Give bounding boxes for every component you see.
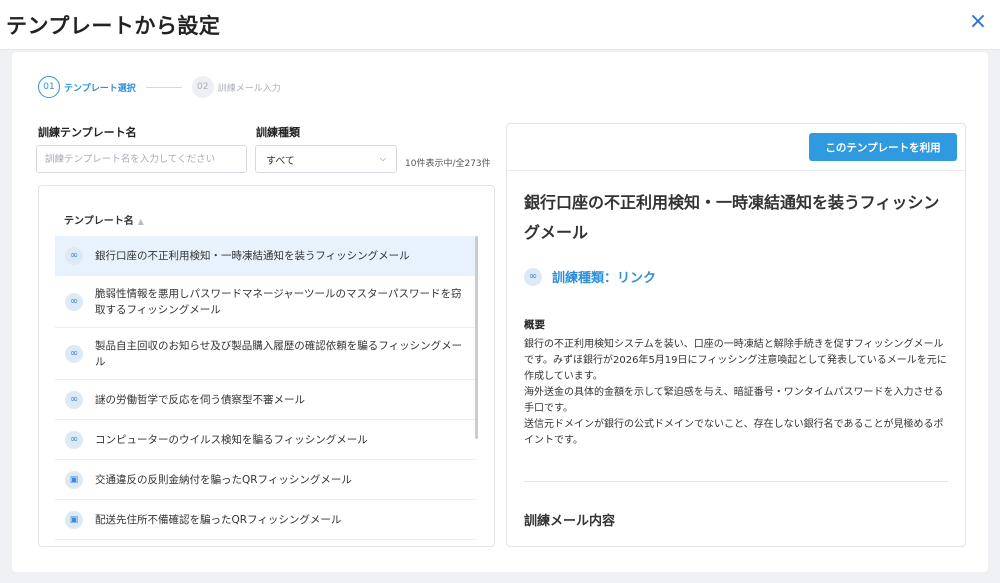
close-icon[interactable]: ×: [964, 8, 992, 36]
list-item[interactable]: ∞ コンピューターのウイルス検知を騙るフィッシングメール: [55, 420, 477, 460]
column-header-label: テンプレート名: [64, 216, 134, 227]
step-1: 01 テンプレート選択: [38, 76, 136, 98]
detail-toolbar: このテンプレートを利用: [507, 124, 965, 171]
step-2-label: 訓練メール入力: [217, 83, 281, 94]
template-name-input[interactable]: [36, 145, 247, 173]
step-2: 02 訓練メール入力: [191, 76, 281, 98]
list-item[interactable]: ∞ 銀行口座の不正利用検知・一時凍結通知を装うフィッシングメール: [55, 236, 477, 276]
summary-line: 銀行の不正利用検知システムを装い、口座の一時凍結と解除手続きを促すフィッシングメ…: [524, 339, 947, 382]
list-item-text: 製品自主回収のお知らせ及び製品購入履歴の確認依頼を騙るフィッシングメール: [95, 339, 463, 368]
chevron-down-icon: ⌵: [379, 154, 386, 163]
qr-icon: ▣: [65, 510, 83, 529]
link-icon: ∞: [524, 267, 542, 286]
summary-line: 海外送金の具体的金額を示して緊迫感を与え、暗証番号・ワンタイムパスワードを入力さ…: [524, 387, 944, 414]
link-icon: ∞: [65, 344, 83, 363]
training-type-value: すべて: [266, 155, 295, 167]
qr-icon: ▣: [65, 470, 83, 489]
modal-title: テンプレートから設定: [6, 14, 221, 38]
stepper: 01 テンプレート選択 02 訓練メール入力: [38, 76, 281, 98]
column-header-template-name[interactable]: テンプレート名 ▲︎: [64, 212, 144, 227]
list-scrollbar[interactable]: [475, 236, 478, 439]
divider: [524, 481, 948, 482]
step-connector: [145, 86, 182, 88]
template-rows: ∞ 銀行口座の不正利用検知・一時凍結通知を装うフィッシングメール ∞ 脆弱性情報…: [55, 236, 477, 540]
template-detail: このテンプレートを利用 銀行口座の不正利用検知・一時凍結通知を装うフィッシングメ…: [506, 123, 966, 547]
template-list: テンプレート名 ▲︎ ∞ 銀行口座の不正利用検知・一時凍結通知を装うフィッシングメ…: [38, 185, 495, 547]
step-1-number: 01: [38, 76, 60, 98]
detail-title: 銀行口座の不正利用検知・一時凍結通知を装うフィッシングメール: [524, 193, 940, 242]
modal-body: 01 テンプレート選択 02 訓練メール入力 訓練テンプレート名 訓練種類 すべ…: [12, 52, 988, 572]
list-item[interactable]: ▣ 配送先住所不備確認を騙ったQRフィッシングメール: [55, 500, 477, 540]
summary-line: 送信元ドメインが銀行の公式ドメインでないこと、存在しない銀行名であることが見極め…: [524, 419, 944, 446]
list-item-text: コンピューターのウイルス検知を騙るフィッシングメール: [95, 433, 368, 446]
training-type-label: 訓練種類: [256, 126, 300, 139]
link-icon: ∞: [65, 292, 83, 311]
list-item-text: 謎の労働哲学で反応を伺う債察型不審メール: [95, 393, 305, 406]
list-item-text: 銀行口座の不正利用検知・一時凍結通知を装うフィッシングメール: [95, 249, 410, 262]
training-type-text: 訓練種類：リンク: [552, 271, 657, 286]
list-item[interactable]: ∞ 謎の労働哲学で反応を伺う債察型不審メール: [55, 380, 477, 420]
template-name-label: 訓練テンプレート名: [38, 126, 137, 139]
result-count: 10件表示中/全273件: [405, 159, 491, 169]
training-type-select[interactable]: すべて ⌵: [255, 145, 397, 173]
sort-icon[interactable]: ▲︎: [138, 217, 144, 226]
list-item[interactable]: ▣ 交通違反の反則金納付を騙ったQRフィッシングメール: [55, 460, 477, 500]
summary-text: 銀行の不正利用検知システムを装い、口座の一時凍結と解除手続きを促すフィッシングメ…: [524, 337, 949, 449]
list-item-text: 脆弱性情報を悪用しパスワードマネージャーツールのマスターパスワードを窃取するフィ…: [95, 287, 462, 316]
list-item-text: 交通違反の反則金納付を騙ったQRフィッシングメール: [95, 473, 352, 486]
step-1-label: テンプレート選択: [64, 83, 136, 94]
step-2-number: 02: [191, 76, 214, 98]
list-item[interactable]: ∞ 製品自主回収のお知らせ及び製品購入履歴の確認依頼を騙るフィッシングメール: [55, 328, 477, 380]
link-icon: ∞: [65, 246, 83, 265]
detail-training-type: ∞ 訓練種類：リンク: [524, 267, 656, 286]
modal-header: テンプレートから設定 ×: [0, 0, 1000, 50]
link-icon: ∞: [65, 390, 83, 409]
list-item-text: 配送先住所不備確認を騙ったQRフィッシングメール: [95, 513, 342, 526]
summary-heading: 概要: [524, 319, 545, 331]
link-icon: ∞: [65, 430, 83, 449]
mail-content-heading: 訓練メール内容: [524, 514, 616, 529]
list-item[interactable]: ∞ 脆弱性情報を悪用しパスワードマネージャーツールのマスターパスワードを窃取する…: [55, 276, 477, 328]
use-template-button[interactable]: このテンプレートを利用: [809, 133, 957, 161]
